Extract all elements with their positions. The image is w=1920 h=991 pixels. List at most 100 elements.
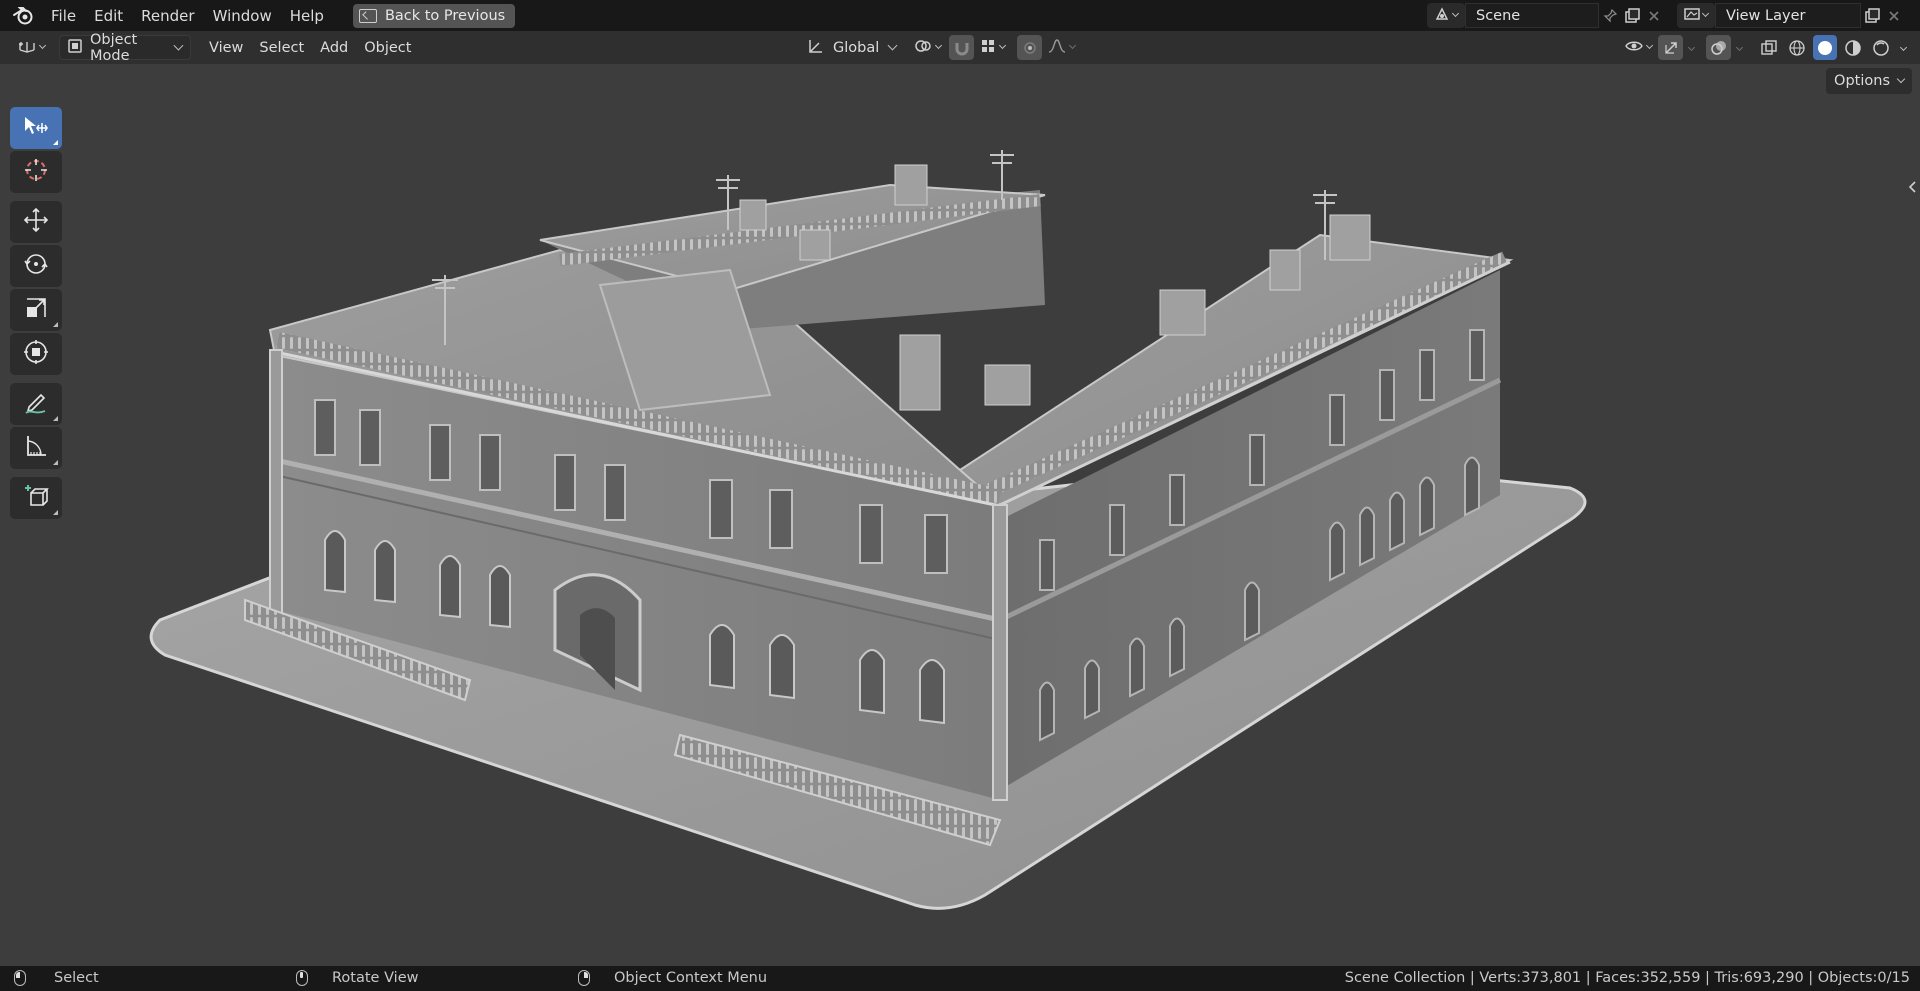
status-rotate-label: Rotate View xyxy=(332,970,419,986)
tool-add-cube[interactable] xyxy=(10,477,62,519)
gizmo-toggle-icon[interactable] xyxy=(1658,35,1683,60)
chevron-down-icon[interactable] xyxy=(1687,43,1696,52)
tool-options-corner-icon xyxy=(53,416,58,421)
snap-toggle-magnet-icon[interactable] xyxy=(949,35,975,60)
tool-measure[interactable] xyxy=(10,427,62,469)
view-layer-name-field[interactable]: View Layer xyxy=(1715,3,1861,28)
chevron-down-icon xyxy=(1069,41,1077,50)
solid-shading-icon[interactable] xyxy=(1813,35,1837,60)
view-layer-icon xyxy=(1684,7,1700,24)
rotate-icon xyxy=(23,251,49,281)
scene-name-field[interactable]: Scene xyxy=(1465,3,1599,28)
options-dropdown[interactable]: Options xyxy=(1826,68,1912,94)
pin-icon[interactable] xyxy=(1599,3,1621,28)
view-layer-browse-button[interactable] xyxy=(1677,3,1715,28)
transform-orientation-dropdown[interactable]: Global xyxy=(803,35,900,60)
delete-view-layer-close-icon[interactable] xyxy=(1883,3,1905,28)
menu-file[interactable]: File xyxy=(42,3,85,29)
status-select-hint: Select xyxy=(14,970,99,986)
tool-options-corner-icon xyxy=(53,322,58,327)
eye-icon xyxy=(1625,39,1643,57)
rendered-shading-icon[interactable] xyxy=(1869,35,1893,60)
new-view-layer-icon[interactable] xyxy=(1861,3,1883,28)
tool-cursor[interactable] xyxy=(10,151,62,193)
pivot-icon xyxy=(914,37,932,59)
menu-window[interactable]: Window xyxy=(204,3,281,29)
editor-type-button[interactable] xyxy=(10,35,53,60)
scene-selector: Scene View Layer xyxy=(1427,3,1905,28)
pivot-point-dropdown[interactable] xyxy=(910,35,945,60)
orientation-axes-icon xyxy=(807,37,825,59)
blender-logo-icon[interactable] xyxy=(10,3,36,29)
menu-help[interactable]: Help xyxy=(281,3,333,29)
transform-icon xyxy=(23,339,49,369)
sidebar-toggle-arrow-icon[interactable] xyxy=(1907,180,1917,194)
scene-statistics: Scene Collection | Verts:373,801 | Faces… xyxy=(1344,970,1910,986)
menu-view[interactable]: View xyxy=(201,35,251,60)
overlays-toggle-icon[interactable] xyxy=(1706,35,1731,60)
proportional-editing-icon[interactable] xyxy=(1017,35,1043,60)
object-mode-icon xyxy=(68,38,82,57)
new-scene-icon[interactable] xyxy=(1621,3,1643,28)
material-preview-shading-icon[interactable] xyxy=(1841,35,1865,60)
chevron-down-icon[interactable] xyxy=(1735,43,1744,52)
mouse-right-button-icon xyxy=(578,970,590,986)
xray-toggle-icon[interactable] xyxy=(1756,35,1781,60)
scene-name-value: Scene xyxy=(1476,7,1521,24)
back-icon xyxy=(358,8,377,23)
chevron-down-icon xyxy=(935,41,943,50)
scene-icon xyxy=(1434,6,1450,25)
status-context-menu-label: Object Context Menu xyxy=(614,970,768,986)
tool-transform[interactable] xyxy=(10,333,62,375)
snap-grid-icon xyxy=(980,38,996,58)
chevron-down-icon xyxy=(1896,74,1906,84)
tool-scale[interactable] xyxy=(10,289,62,331)
transform-orientation-label: Global xyxy=(833,39,880,56)
chevron-down-icon xyxy=(1645,41,1654,50)
chevron-down-icon xyxy=(38,41,47,50)
3d-cursor-icon xyxy=(23,157,49,187)
tool-select-box[interactable] xyxy=(10,107,62,149)
mode-dropdown-label: Object Mode xyxy=(90,31,138,64)
mode-dropdown[interactable]: Object Mode xyxy=(59,32,191,64)
status-bar: Select Rotate View Object Context Menu S… xyxy=(0,966,1920,991)
status-context-menu-hint: Object Context Menu xyxy=(578,970,767,986)
tool-move[interactable] xyxy=(10,201,62,243)
falloff-dropdown[interactable] xyxy=(1046,35,1077,60)
chevron-down-icon[interactable] xyxy=(1899,43,1908,52)
tool-options-corner-icon xyxy=(53,460,58,465)
transform-tools: Global xyxy=(803,35,1077,60)
3d-viewport-icon xyxy=(18,38,36,58)
menu-edit[interactable]: Edit xyxy=(85,3,132,29)
3d-viewport[interactable]: Options xyxy=(0,64,1920,966)
tool-annotate[interactable] xyxy=(10,383,62,425)
tool-rotate[interactable] xyxy=(10,245,62,287)
scene-browse-button[interactable] xyxy=(1427,3,1465,28)
delete-scene-close-icon[interactable] xyxy=(1643,3,1665,28)
snap-target-dropdown[interactable] xyxy=(978,35,1007,60)
scale-icon xyxy=(23,295,49,325)
menu-add[interactable]: Add xyxy=(312,35,356,60)
chevron-down-icon xyxy=(1451,9,1460,18)
building-model xyxy=(149,150,1587,910)
chevron-down-icon xyxy=(887,40,898,51)
wireframe-shading-icon[interactable] xyxy=(1785,35,1809,60)
visibility-dropdown[interactable] xyxy=(1623,35,1654,60)
menu-object[interactable]: Object xyxy=(356,35,419,60)
menu-render[interactable]: Render xyxy=(132,3,203,29)
chevron-down-icon xyxy=(999,41,1007,50)
tool-options-corner-icon xyxy=(53,140,58,145)
back-to-previous-button[interactable]: Back to Previous xyxy=(352,3,516,28)
tool-options-corner-icon xyxy=(53,510,58,515)
annotate-pencil-icon xyxy=(23,389,49,419)
top-bar: File Edit Render Window Help Back to Pre… xyxy=(0,0,1920,31)
chevron-down-icon xyxy=(1701,9,1710,18)
viewport-header: Object Mode View Select Add Object Globa… xyxy=(0,31,1920,64)
move-arrows-icon xyxy=(23,207,49,237)
measure-ruler-icon xyxy=(23,433,49,463)
mouse-middle-button-icon xyxy=(296,970,308,986)
menu-select[interactable]: Select xyxy=(251,35,312,60)
status-rotate-hint: Rotate View xyxy=(296,970,419,986)
falloff-curve-icon xyxy=(1048,38,1066,58)
back-to-previous-label: Back to Previous xyxy=(384,7,506,24)
